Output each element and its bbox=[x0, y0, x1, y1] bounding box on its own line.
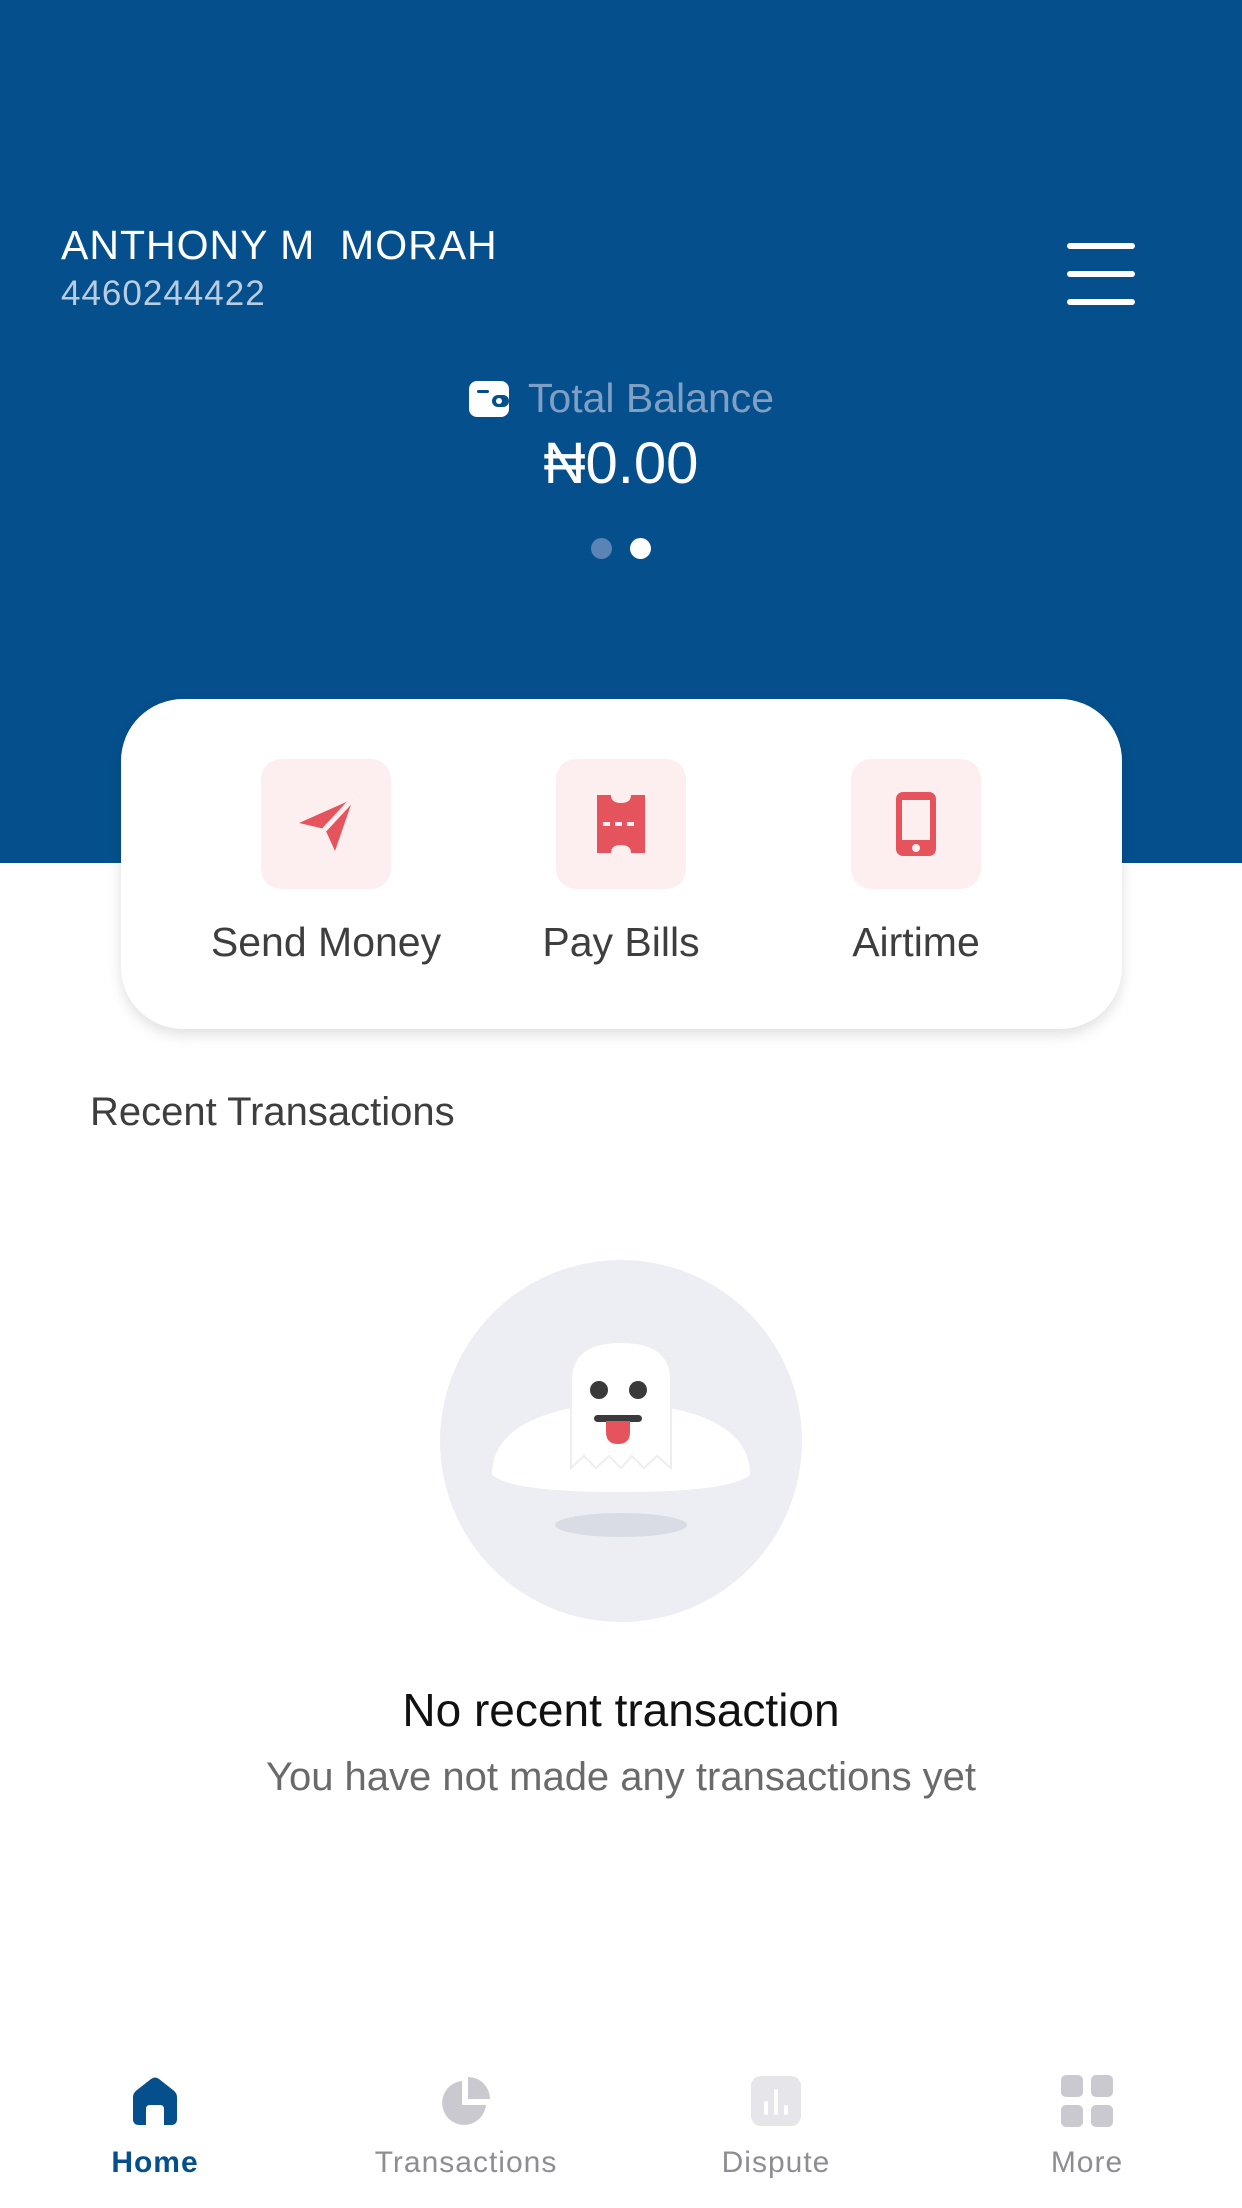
balance-amount: ₦0.00 bbox=[543, 431, 699, 496]
airtime-button[interactable]: Airtime bbox=[786, 759, 1046, 999]
quick-actions-card: Send Money Pay Bills Airtime bbox=[121, 699, 1122, 1029]
tab-more-label: More bbox=[1050, 2146, 1124, 2179]
tab-dispute-label: Dispute bbox=[721, 2146, 831, 2179]
tab-more[interactable]: More bbox=[957, 2070, 1217, 2208]
recent-transactions-title: Recent Transactions bbox=[90, 1090, 455, 1134]
pay-bills-label: Pay Bills bbox=[542, 919, 700, 965]
carousel-dot-active[interactable] bbox=[630, 538, 651, 559]
empty-state-title: No recent transaction bbox=[402, 1684, 840, 1736]
tab-home-label: Home bbox=[111, 2146, 199, 2179]
phone-icon-tile bbox=[851, 759, 981, 889]
balance-carousel-indicator[interactable] bbox=[0, 538, 1242, 559]
home-screen: ANTHONY M MORAH 4460244422 Total Balance… bbox=[0, 0, 1242, 2208]
hamburger-menu-button[interactable] bbox=[1067, 240, 1135, 308]
wallet-icon bbox=[468, 380, 509, 417]
menu-line-icon bbox=[1067, 243, 1135, 249]
balance-label-row: Total Balance bbox=[0, 375, 1242, 422]
home-icon bbox=[124, 2070, 186, 2132]
send-icon-tile bbox=[261, 759, 391, 889]
pay-bills-button[interactable]: Pay Bills bbox=[491, 759, 751, 999]
balance-label: Total Balance bbox=[527, 375, 775, 421]
grid-icon bbox=[1056, 2070, 1118, 2132]
empty-state-subtitle: You have not made any transactions yet bbox=[265, 1755, 977, 1799]
phone-icon bbox=[896, 792, 936, 856]
menu-line-icon bbox=[1067, 299, 1135, 305]
send-money-label: Send Money bbox=[210, 919, 442, 965]
dispute-icon bbox=[745, 2070, 807, 2132]
tab-transactions-label: Transactions bbox=[374, 2146, 558, 2179]
tab-transactions[interactable]: Transactions bbox=[336, 2070, 596, 2208]
tab-dispute[interactable]: Dispute bbox=[646, 2070, 906, 2208]
send-icon bbox=[299, 798, 354, 851]
user-name: ANTHONY M MORAH bbox=[61, 222, 498, 268]
bottom-tab-bar: Home Transactions Dispute More bbox=[0, 2070, 1242, 2208]
tab-home[interactable]: Home bbox=[25, 2070, 285, 2208]
menu-line-icon bbox=[1067, 271, 1135, 277]
account-number[interactable]: 4460244422 bbox=[61, 274, 266, 314]
airtime-label: Airtime bbox=[852, 919, 980, 965]
ghost-icon bbox=[440, 1260, 802, 1622]
carousel-dot[interactable] bbox=[591, 538, 612, 559]
send-money-button[interactable]: Send Money bbox=[196, 759, 456, 999]
bill-icon-tile bbox=[556, 759, 686, 889]
pie-chart-icon bbox=[435, 2070, 497, 2132]
bill-icon bbox=[597, 795, 645, 853]
